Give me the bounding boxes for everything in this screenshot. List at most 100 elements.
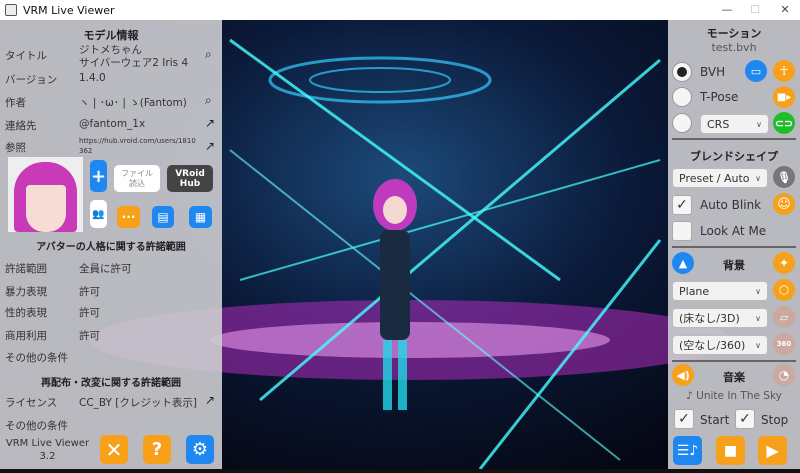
control-panel: モーション test.bvh BVH ▭ ☥ T-Pose ■▸ CRS ∨ ⊂⊃… (668, 20, 800, 469)
360-icon[interactable]: 360 (773, 333, 795, 355)
model-info-panel: モデル情報 タイトル ジトメちゃん サイバーウェア2 Iris 4 ⌕ バージョ… (0, 20, 222, 469)
reference-value: https://hub.vroid.com/users/1810362 (79, 137, 196, 155)
violence-label: 暴力表現 (5, 286, 47, 298)
link-icon[interactable]: ⊂⊃ (773, 112, 795, 134)
bvh-radio[interactable] (672, 62, 692, 82)
chevron-down-icon: ∨ (755, 286, 761, 296)
divider (672, 360, 796, 362)
license-value: CC_BY [クレジット表示] (79, 397, 197, 409)
more-icon[interactable]: ··· (117, 206, 140, 228)
redistribution-header: 再配布・改変に関する許諾範囲 (41, 378, 181, 389)
search-author-icon[interactable]: ⌕ (205, 93, 212, 108)
cube-icon[interactable]: ⬡ (773, 279, 795, 301)
auto-blink-checkbox[interactable]: ✓ (672, 195, 692, 215)
sparkle-icon[interactable]: ✦ (773, 252, 795, 274)
version-label: バージョン (5, 74, 58, 86)
author-label: 作者 (5, 97, 26, 109)
floor-select-value: (床なし/3D) (679, 312, 740, 325)
file-load-button[interactable]: ファイル読込 (114, 165, 160, 192)
sexual-value: 許可 (79, 307, 100, 319)
commercial-label: 商用利用 (5, 330, 47, 342)
crs-select[interactable]: CRS ∨ (700, 114, 769, 134)
author-value: ヽ | ･ω･ | ゝ(Fantom) (79, 97, 187, 109)
license-label: ライセンス (5, 397, 58, 409)
folder-icon[interactable]: ▭ (745, 60, 767, 82)
close-icon[interactable]: ✕ (100, 435, 128, 464)
background-select[interactable]: Plane ∨ (672, 281, 768, 301)
title-bar: VRM Live Viewer — ☐ ✕ (0, 0, 800, 20)
stop-icon[interactable]: ■ (716, 436, 745, 465)
auto-blink-label: Auto Blink (700, 198, 762, 212)
tpose-label: T-Pose (700, 90, 739, 104)
contact-label: 連絡先 (5, 120, 37, 132)
motion-file: test.bvh (711, 41, 757, 54)
contact-value: @fantom_1x (79, 118, 146, 130)
avatar-thumbnail (8, 157, 83, 232)
version-value: 1.4.0 (79, 72, 106, 84)
app-version: 3.2 (39, 451, 56, 462)
open-link-reference-icon[interactable]: ↗ (205, 139, 215, 153)
plane-icon[interactable]: ▱ (773, 306, 795, 328)
tpose-radio[interactable] (672, 87, 692, 107)
help-icon[interactable]: ? (143, 435, 171, 464)
blendshape-select[interactable]: Preset / Auto ∨ (672, 168, 768, 188)
sexual-label: 性的表現 (5, 307, 47, 319)
crs-select-value: CRS (707, 117, 730, 131)
open-link-contact-icon[interactable]: ↗ (205, 116, 215, 130)
divider (672, 138, 796, 140)
stop-checkbox[interactable]: ✓ (735, 409, 755, 429)
app-name: VRM Live Viewer (5, 438, 90, 449)
vroid-hub-button[interactable]: VRoid Hub (167, 165, 213, 192)
chevron-down-icon: ∨ (755, 340, 761, 350)
divider (672, 246, 796, 248)
chevron-down-icon: ∨ (756, 119, 762, 129)
mic-off-icon[interactable]: 🎙 (773, 166, 795, 188)
start-checkbox[interactable]: ✓ (674, 409, 694, 429)
person-icon[interactable]: ☥ (773, 60, 795, 82)
close-button[interactable]: ✕ (770, 0, 800, 20)
crs-radio[interactable] (672, 113, 692, 133)
look-at-me-label: Look At Me (700, 224, 767, 238)
sky-select-value: (空なし/360) (679, 339, 746, 352)
commercial-value: 許可 (79, 330, 100, 342)
permission-scope-label: 許諾範囲 (5, 263, 47, 275)
open-link-license-icon[interactable]: ↗ (205, 393, 215, 407)
other-conditions-2-label: その他の条件 (5, 420, 68, 432)
bvh-label: BVH (700, 65, 726, 79)
play-icon[interactable]: ▶ (758, 436, 787, 465)
chevron-down-icon: ∨ (755, 313, 761, 323)
track-name: ♪ Unite In The Sky (686, 390, 782, 402)
minimize-button[interactable]: — (712, 0, 742, 20)
playlist-icon[interactable]: ☰♪ (673, 436, 702, 465)
blendshape-header: ブレンドシェイプ (690, 150, 778, 163)
window-title: VRM Live Viewer (23, 3, 115, 17)
look-at-me-checkbox[interactable] (672, 221, 692, 241)
violence-value: 許可 (79, 286, 100, 298)
document-icon[interactable]: ▤ (152, 206, 174, 228)
smile-icon[interactable]: ☺ (773, 193, 795, 215)
permission-scope-value: 全員に許可 (79, 263, 132, 275)
model-info-header: モデル情報 (83, 29, 139, 42)
sky-select[interactable]: (空なし/360) ∨ (672, 335, 768, 355)
chevron-down-icon: ∨ (755, 173, 761, 183)
reference-label: 参照 (5, 142, 26, 154)
title-value-line2: サイバーウェア2 Iris 4 (79, 57, 189, 69)
title-label: タイトル (5, 50, 47, 62)
add-button[interactable]: + (90, 160, 107, 192)
settings-icon[interactable]: ⚙ (186, 435, 214, 464)
avatar-permission-header: アバターの人格に関する許諾範囲 (36, 242, 186, 253)
search-title-icon[interactable]: ⌕ (205, 47, 212, 62)
background-select-value: Plane (679, 284, 710, 298)
grid-icon[interactable]: ▦ (189, 206, 212, 228)
motion-header: モーション (706, 27, 762, 40)
stop-label: Stop (761, 413, 789, 427)
other-conditions-label: その他の条件 (5, 352, 68, 364)
maximize-button[interactable]: ☐ (740, 0, 770, 20)
camera-icon[interactable]: ■▸ (773, 86, 795, 108)
floor-select[interactable]: (床なし/3D) ∨ (672, 308, 768, 328)
start-label: Start (700, 413, 730, 427)
blendshape-select-value: Preset / Auto (679, 171, 750, 185)
app-icon (5, 4, 17, 16)
timer-icon[interactable]: ◔ (773, 364, 795, 386)
people-icon[interactable]: 👥 (90, 200, 107, 228)
